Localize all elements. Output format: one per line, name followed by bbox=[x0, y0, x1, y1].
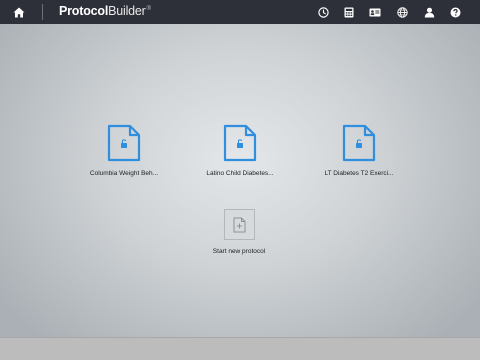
clock-icon bbox=[317, 6, 329, 18]
new-document-icon bbox=[233, 217, 245, 232]
history-button[interactable] bbox=[315, 4, 331, 20]
home-icon bbox=[13, 7, 25, 17]
help-icon bbox=[450, 7, 460, 17]
protocol-tile-label: LT Diabetes T2 Exerci... bbox=[324, 170, 394, 177]
user-icon bbox=[424, 7, 434, 17]
bottom-bar bbox=[0, 337, 480, 360]
protocol-tile-columbia[interactable]: Columbia Weight Beh... bbox=[64, 124, 184, 177]
locked-document-icon bbox=[342, 124, 376, 162]
top-navigation-bar: Protocol Builder ® bbox=[0, 0, 480, 24]
id-card-icon bbox=[369, 8, 381, 16]
brand-name-light: Builder bbox=[108, 4, 146, 18]
locked-document-icon bbox=[223, 124, 257, 162]
calculator-icon bbox=[344, 7, 354, 17]
globe-icon bbox=[396, 6, 408, 18]
calculator-button[interactable] bbox=[341, 4, 357, 20]
language-button[interactable] bbox=[394, 4, 410, 20]
account-button[interactable] bbox=[421, 4, 437, 20]
locked-document-icon bbox=[107, 124, 141, 162]
header-divider bbox=[42, 4, 43, 20]
protocol-tile-latino[interactable]: Latino Child Diabetes... bbox=[180, 124, 300, 177]
brand-registered-mark: ® bbox=[146, 6, 151, 12]
protocol-tile-label: Latino Child Diabetes... bbox=[206, 170, 274, 177]
app-logo: Protocol Builder ® bbox=[59, 4, 151, 20]
start-new-protocol-label: Start new protocol bbox=[212, 248, 266, 255]
protocol-workspace: Columbia Weight Beh... Latino Child Diab… bbox=[0, 24, 480, 337]
start-new-protocol-button[interactable]: Start new protocol bbox=[179, 209, 299, 255]
help-button[interactable] bbox=[447, 4, 463, 20]
profile-card-button[interactable] bbox=[367, 4, 383, 20]
protocol-tile-lt-diabetes[interactable]: LT Diabetes T2 Exerci... bbox=[299, 124, 419, 177]
home-button[interactable] bbox=[11, 5, 27, 19]
brand-name-bold: Protocol bbox=[59, 4, 109, 18]
protocol-tile-label: Columbia Weight Beh... bbox=[89, 170, 159, 177]
new-protocol-box bbox=[223, 209, 255, 240]
